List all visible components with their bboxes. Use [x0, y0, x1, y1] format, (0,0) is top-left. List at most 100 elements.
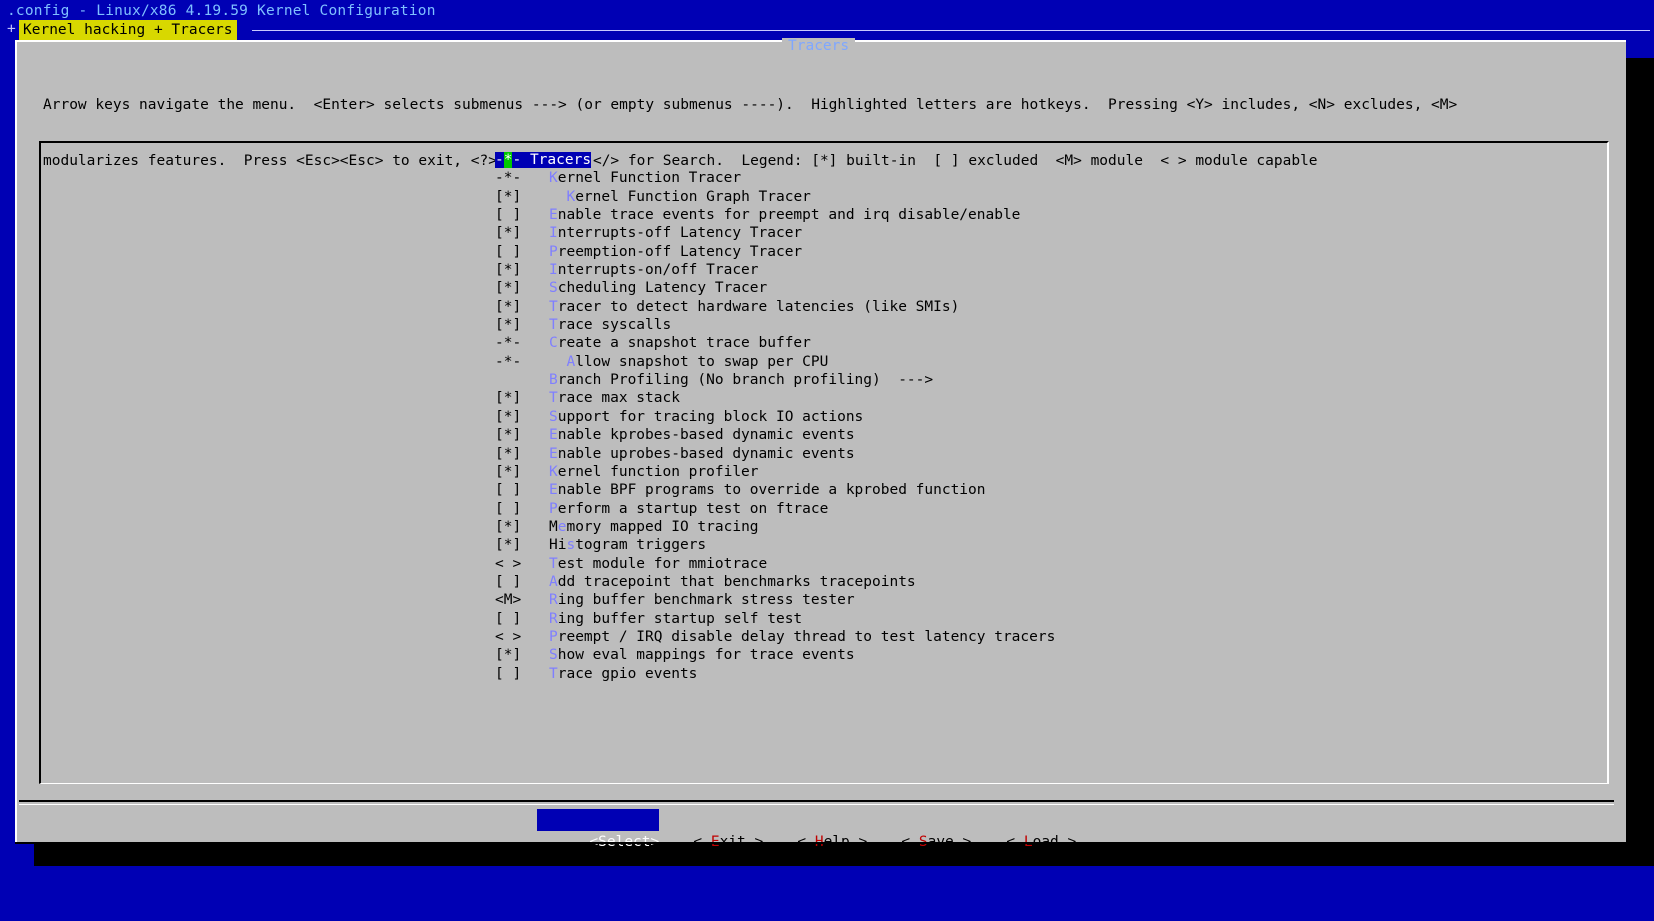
- menu-item-hotkey: K: [549, 463, 558, 480]
- menu-item[interactable]: [*] Tracer to detect hardware latencies (…: [495, 298, 1055, 316]
- menuconfig-dialog: Tracers Arrow keys navigate the menu. <E…: [15, 38, 1628, 850]
- menu-item-label: Tracers: [529, 152, 592, 168]
- menu-item-box: [ ]: [495, 207, 522, 224]
- menu-item-box: [ ]: [495, 243, 522, 260]
- menu-item[interactable]: -*- Tracers: [495, 151, 1055, 169]
- breadcrumb-plus: +: [7, 21, 16, 37]
- menu-item-text: llow snapshot to swap per CPU: [575, 353, 829, 370]
- menu-item-text: how eval mappings for trace events: [557, 647, 855, 664]
- menu-item-hotkey: S: [549, 408, 558, 425]
- menu-item-box: [ ]: [495, 500, 522, 517]
- menu-item-label: Trace gpio events: [549, 665, 697, 683]
- menu-item-box: [ ]: [495, 573, 522, 590]
- menu-item[interactable]: [*] Histogram triggers: [495, 536, 1055, 554]
- menu-item-text: M: [549, 518, 558, 535]
- menu-list[interactable]: -*- Tracers -*- Kernel Function Tracer [*] …: [495, 151, 1055, 683]
- menu-item-text: ernel function profiler: [557, 463, 759, 480]
- menu-item-hotkey: C: [549, 335, 558, 352]
- menu-item-hotkey: S: [549, 280, 558, 297]
- menu-item-text: cheduling Latency Tracer: [557, 280, 768, 297]
- menu-item[interactable]: [ ] Perform a startup test on ftrace: [495, 500, 1055, 518]
- menu-item-hotkey: R: [549, 610, 558, 627]
- menu-item-label: Kernel Function Graph Tracer: [549, 188, 811, 206]
- menu-item[interactable]: -*- Create a snapshot trace buffer: [495, 334, 1055, 352]
- menu-item[interactable]: <M> Ring buffer benchmark stress tester: [495, 591, 1055, 609]
- menu-item-text: nable trace events for preempt and irq d…: [557, 207, 1021, 224]
- menu-item[interactable]: [*] Kernel function profiler: [495, 463, 1055, 481]
- menu-item[interactable]: [*] Show eval mappings for trace events: [495, 646, 1055, 664]
- menu-item[interactable]: [*] Kernel Function Graph Tracer: [495, 188, 1055, 206]
- menu-item[interactable]: [*] Scheduling Latency Tracer: [495, 279, 1055, 297]
- menu-item-text: reempt / IRQ disable delay thread to tes…: [557, 628, 1056, 645]
- menu-item-hotkey: P: [549, 243, 558, 260]
- menu-item-hotkey: T: [549, 298, 558, 315]
- menu-item-hotkey: I: [549, 225, 558, 242]
- menu-item[interactable]: -*- Kernel Function Tracer: [495, 169, 1055, 187]
- menu-item-box: [ ]: [495, 610, 522, 627]
- menu-item-hotkey: E: [549, 207, 558, 224]
- save-button[interactable]: < Save >: [849, 809, 971, 850]
- button-separator: [19, 800, 1614, 802]
- menu-item-text: race syscalls: [557, 317, 672, 334]
- dialog-bottom-edge: [15, 842, 1626, 844]
- menu-item[interactable]: [*] Enable kprobes-based dynamic events: [495, 426, 1055, 444]
- menu-item-text: erform a startup test on ftrace: [557, 500, 829, 517]
- menu-item-label: Enable trace events for preempt and irq …: [549, 206, 1020, 224]
- menu-item[interactable]: [ ] Enable trace events for preempt and i…: [495, 206, 1055, 224]
- menu-item-text: reemption-off Latency Tracer: [557, 243, 803, 260]
- menu-item-text: ernel Function Graph Tracer: [575, 188, 811, 205]
- menu-item-label: Allow snapshot to swap per CPU: [549, 353, 828, 371]
- menu-item[interactable]: [*] Memory mapped IO tracing: [495, 518, 1055, 536]
- menu-item[interactable]: -*- Allow snapshot to swap per CPU: [495, 353, 1055, 371]
- load-button[interactable]: < Load >: [954, 809, 1076, 850]
- menu-item-box: [*]: [495, 262, 522, 279]
- menu-item[interactable]: Branch Profiling (No branch profiling) -…: [495, 371, 1055, 389]
- menu-item-hotkey: E: [549, 427, 558, 444]
- menu-item-text: nable kprobes-based dynamic events: [557, 427, 855, 444]
- menu-item-box-char: -: [512, 152, 530, 168]
- menu-item-text: race gpio events: [557, 665, 698, 682]
- menu-item-text: ranch Profiling (No branch profiling) --…: [557, 372, 934, 389]
- menu-item-hotkey: R: [549, 592, 558, 609]
- help-line-1: Arrow keys navigate the menu. <Enter> se…: [43, 97, 1458, 113]
- breadcrumb-divider: [252, 30, 1650, 31]
- menu-item-label: Memory mapped IO tracing: [549, 518, 759, 536]
- menu-item[interactable]: < > Test module for mmiotrace: [495, 555, 1055, 573]
- menu-item-box: [*]: [495, 298, 522, 315]
- menu-item-label: Test module for mmiotrace: [549, 555, 767, 573]
- menu-item[interactable]: < > Preempt / IRQ disable delay thread to…: [495, 628, 1055, 646]
- menu-item-box: [*]: [495, 518, 522, 535]
- menu-item-box: [*]: [495, 463, 522, 480]
- menu-item[interactable]: [ ] Trace gpio events: [495, 665, 1055, 683]
- menu-item-box: [*]: [495, 280, 522, 297]
- menu-item[interactable]: [*] Trace max stack: [495, 389, 1055, 407]
- menu-item-hotkey: E: [549, 445, 558, 462]
- menu-item[interactable]: [*] Trace syscalls: [495, 316, 1055, 334]
- menu-item[interactable]: [ ] Add tracepoint that benchmarks tracep…: [495, 573, 1055, 591]
- button-bar: <Select> < Exit > < Help > < Save > < Lo…: [17, 809, 1628, 850]
- menu-item-box: -*-: [495, 170, 522, 187]
- menu-item-hotkey: A: [566, 353, 576, 370]
- menu-item-box: [ ]: [495, 665, 522, 682]
- menu-item[interactable]: [ ] Enable BPF programs to override a kpr…: [495, 481, 1055, 499]
- menu-item[interactable]: [ ] Ring buffer startup self test: [495, 610, 1055, 628]
- menu-item-hotkey: S: [549, 647, 558, 664]
- menu-item-label: Perform a startup test on ftrace: [549, 500, 828, 518]
- menu-item-box: [*]: [495, 537, 522, 554]
- menu-item-text: nterrupts-on/off Tracer: [557, 262, 759, 279]
- menu-item-label: Add tracepoint that benchmarks tracepoin…: [549, 573, 916, 591]
- menu-item-hotkey: T: [549, 390, 558, 407]
- menu-item-text: ing buffer startup self test: [557, 610, 803, 627]
- button-separator-highlight: [19, 804, 1614, 805]
- menu-item-box: <M>: [495, 592, 522, 609]
- menu-item-box: [*]: [495, 188, 522, 205]
- menu-item[interactable]: [ ] Preemption-off Latency Tracer: [495, 243, 1055, 261]
- menu-item[interactable]: [*] Enable uprobes-based dynamic events: [495, 445, 1055, 463]
- menu-item[interactable]: [*] Interrupts-off Latency Tracer: [495, 224, 1055, 242]
- menu-item[interactable]: [*] Interrupts-on/off Tracer: [495, 261, 1055, 279]
- menu-item-box: -*-: [495, 152, 530, 168]
- menu-item[interactable]: [*] Support for tracing block IO actions: [495, 408, 1055, 426]
- menu-item-text: race max stack: [557, 390, 680, 407]
- menu-item-text: ernel Function Tracer: [557, 170, 742, 187]
- menu-item-box: [*]: [495, 225, 522, 242]
